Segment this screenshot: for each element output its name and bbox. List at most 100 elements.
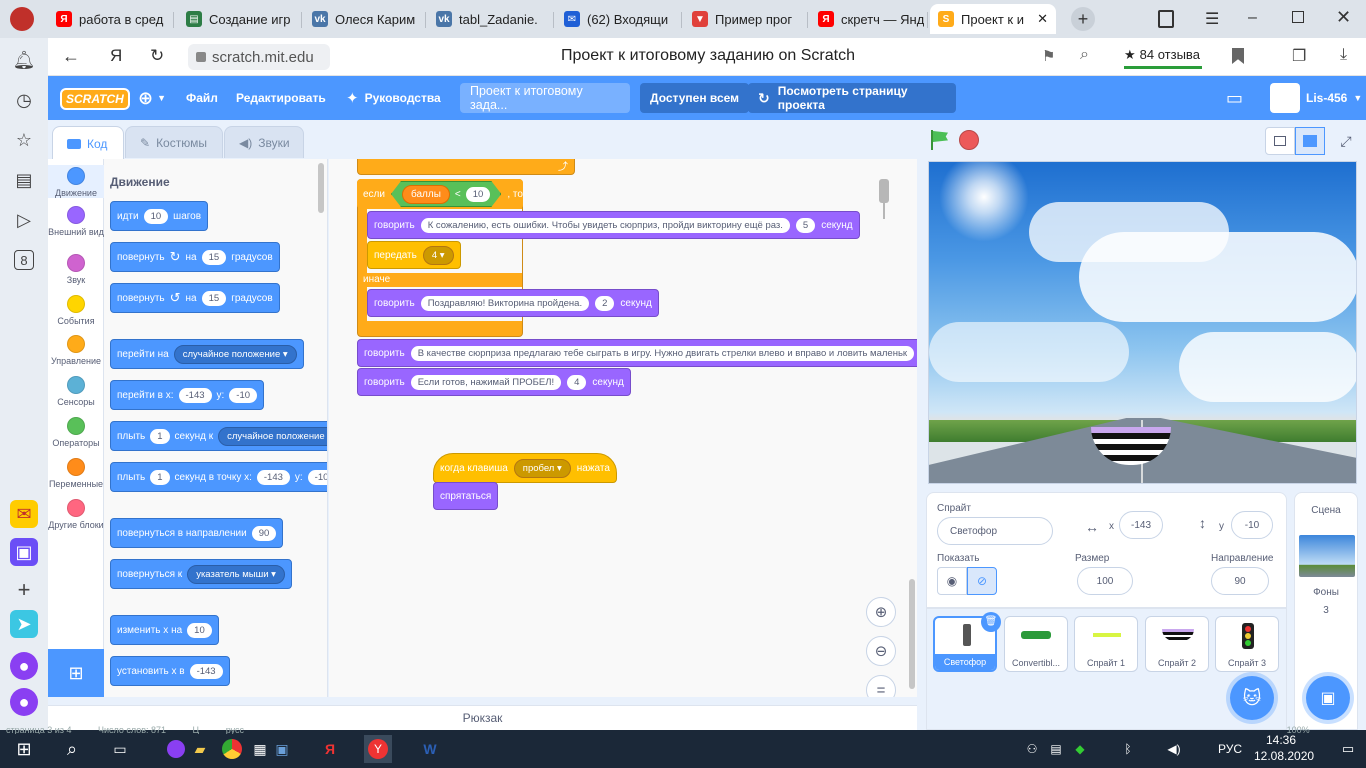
see-project-page-button[interactable]: ↻ Посмотреть страницу проекта [748,83,956,113]
turn-right-block[interactable]: повернуть ↻ на 15 градусов [110,242,280,272]
broadcast-dropdown[interactable]: 4 ▾ [422,245,454,265]
say-seconds-input[interactable]: 4 [567,374,587,390]
browser-tab[interactable]: S Проект к и ✕ [930,4,1056,34]
browser-tab[interactable]: ▤ Создание игр [178,4,298,34]
variable-reporter[interactable]: баллы [402,185,450,204]
delete-sprite-icon[interactable]: 🗑︎ [981,612,1001,632]
point-direction-block[interactable]: повернуться в направлении 90 [110,518,284,548]
share-button[interactable]: Доступен всем [640,83,750,113]
block-input[interactable]: 15 [201,249,227,265]
compare-value-input[interactable]: 10 [466,187,491,202]
y-input[interactable]: -10 [307,469,327,485]
fullscreen-button[interactable]: ⤢ [1331,127,1361,155]
category-3[interactable]: События [48,295,104,326]
say-text-input[interactable]: Поздравляю! Викторина пройдена. [420,295,590,311]
yandex-taskbar-icon[interactable]: Я [316,735,344,763]
sprite-name-input[interactable]: Светофор [937,517,1053,545]
category-5[interactable]: Сенсоры [48,376,104,407]
zoom-out-icon[interactable]: ⊖ [866,636,896,666]
clock-date[interactable]: 12.08.2020 [1254,749,1314,763]
if-header[interactable]: если баллы < 10 , то [357,179,523,209]
collections-icon[interactable]: ❐ [1292,46,1306,66]
task-view-icon[interactable]: ▭ [106,735,134,763]
new-tab-button[interactable]: + [1071,7,1095,31]
x-input[interactable]: -143 [256,469,290,485]
downloads-icon[interactable]: ⤓ [1340,46,1347,64]
block-input[interactable]: -143 [189,663,223,679]
move-steps-block[interactable]: идти 10 шагов [110,201,209,231]
change-x-block[interactable]: изменить x на 10 [110,615,219,645]
glide-xy-block[interactable]: плыть 1 секунд в точку x: -143 y: -10 [110,462,327,492]
say-for-secs-block-1[interactable]: говорить К сожалению, есть ошибки. Чтобы… [367,211,860,239]
block-input[interactable]: 1 [150,428,170,444]
large-stage-button[interactable] [1295,127,1325,155]
stage-canvas[interactable] [928,161,1357,484]
x-input[interactable]: -143 [178,387,212,403]
stop-icon[interactable] [959,130,979,150]
tray-bluetooth-icon[interactable]: ᛒ [1114,735,1142,763]
less-than-operator[interactable]: баллы < 10 [391,181,501,207]
clock-time[interactable]: 14:36 [1266,733,1296,747]
play-icon[interactable]: ▷ [10,206,38,234]
say-seconds-input[interactable]: 2 [595,295,615,311]
control-block-top[interactable]: ⤴ [357,159,575,175]
restore-button[interactable] [1292,11,1304,23]
add-extension-button[interactable]: ⊞ [48,649,104,697]
browser-tab[interactable]: vk Олеся Карим [304,4,422,34]
sprite-thumb-2[interactable]: Спрайт 2 [1145,616,1209,672]
tray-volume-icon[interactable]: ◀) [1160,735,1188,763]
account-menu[interactable]: Lis-456 ▼ [1270,76,1362,120]
block-input[interactable]: 15 [201,290,227,306]
script-scrollbar[interactable] [909,579,915,689]
y-input[interactable]: -10 [1231,511,1273,539]
send-icon[interactable]: ➤ [10,610,38,638]
block-input[interactable]: 10 [187,622,212,638]
y-input[interactable]: -10 [229,387,258,403]
say-text-input[interactable]: Если готов, нажимай ПРОБЕЛ! [410,374,562,390]
tab-code[interactable]: Код [52,126,124,160]
say-for-secs-block-4[interactable]: говорить Если готов, нажимай ПРОБЕЛ! 4 с… [357,368,631,396]
x-input[interactable]: -143 [1119,511,1163,539]
show-hidden-button[interactable]: ⊘ [967,567,997,595]
direction-input[interactable]: 90 [1211,567,1269,595]
file-menu[interactable]: Файл [186,76,218,120]
edit-menu[interactable]: Редактировать [236,76,326,120]
say-text-input[interactable]: В качестве сюрприза предлагаю тебе сыгра… [410,345,915,361]
mail-icon[interactable]: ✉ [10,500,38,528]
language-menu[interactable]: ⊕ ▼ [138,76,166,120]
browser-tab[interactable]: Яскретч — Янд [810,4,924,34]
block-input[interactable]: 10 [143,208,169,224]
when-key-pressed-hat[interactable]: когда клавиша пробел ▾ нажата [433,453,617,483]
tray-shield-icon[interactable]: ◆ [1066,735,1094,763]
zoom-reset-icon[interactable]: = [866,675,896,697]
say-for-secs-block-2[interactable]: говорить Поздравляю! Викторина пройдена.… [367,289,659,317]
category-8[interactable]: Другие блоки [48,499,104,530]
close-window-button[interactable]: ✕ [1336,7,1351,28]
set-x-block[interactable]: установить x в -143 [110,656,230,686]
goto-xy-block[interactable]: перейти в x: -143 y: -10 [110,380,265,410]
yandex-icon[interactable]: Я [110,46,122,66]
collections-icon[interactable]: ▤ [10,166,38,194]
palette-scrollbar[interactable] [318,163,324,213]
close-tab-icon[interactable]: ✕ [1037,11,1048,27]
tabs-collection-icon[interactable] [1158,10,1174,28]
translate-icon[interactable]: ⚑ [1042,47,1055,65]
green-flag-icon[interactable] [929,130,949,152]
block-input[interactable]: 90 [251,525,277,541]
key-dropdown[interactable]: пробел ▾ [513,458,571,478]
add-backdrop-button[interactable]: ▣ [1306,676,1350,720]
goto-block[interactable]: перейти на случайное положение ▾ [110,339,304,369]
block-input[interactable]: 1 [150,469,170,485]
size-input[interactable]: 100 [1077,567,1133,595]
file-explorer-icon[interactable]: ▰ [186,735,214,763]
windows-start-icon[interactable]: ⊞ [10,735,38,763]
category-7[interactable]: Переменные [48,458,104,489]
eight-icon[interactable]: 8 [14,250,34,270]
yandex-browser-logo[interactable] [10,7,34,31]
small-stage-button[interactable] [1265,127,1295,155]
sprite-thumb-1[interactable]: Спрайт 1 [1074,616,1138,672]
bookmarks-star-icon[interactable]: ☆ [10,126,38,154]
tutorials-menu[interactable]: ✦ Руководства [346,76,441,120]
back-arrow-icon[interactable]: ← [62,46,80,67]
search-icon[interactable]: ⌕ [1080,46,1089,64]
